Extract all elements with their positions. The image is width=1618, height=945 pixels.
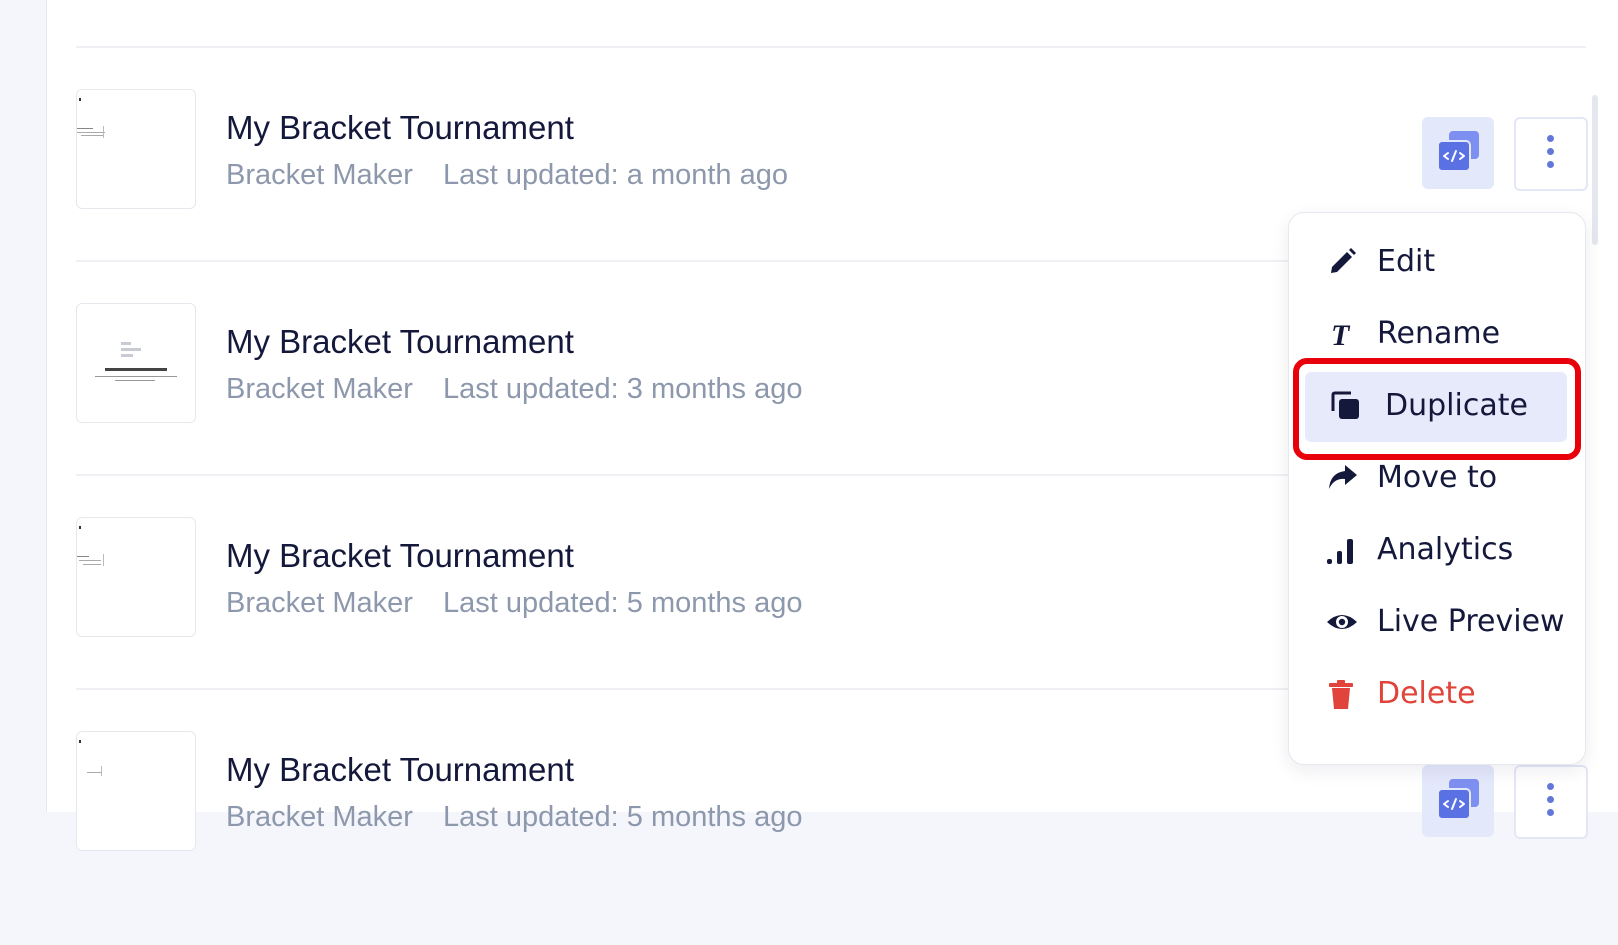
project-title[interactable]: My Bracket Tournament [226,323,574,361]
embed-button[interactable] [1422,765,1494,837]
duplicate-icon [1331,391,1359,419]
project-meta: Bracket Maker Last updated: 3 months ago [226,373,803,406]
project-type: Bracket Maker [226,159,413,191]
trash-icon [1329,680,1353,709]
project-type: Bracket Maker [226,801,413,833]
scrollbar[interactable] [1589,95,1600,245]
menu-item-label: Live Preview [1377,604,1565,639]
bar-chart-icon [1327,539,1353,564]
share-arrow-icon [1329,465,1357,489]
project-thumbnail[interactable] [76,517,196,637]
last-updated: Last updated: 3 months ago [442,373,803,405]
row-divider [76,46,1586,48]
last-updated: Last updated: a month ago [442,159,788,191]
more-vertical-icon [1547,783,1554,822]
project-type: Bracket Maker [226,587,413,619]
project-thumbnail[interactable] [76,89,196,209]
more-vertical-icon [1547,135,1554,174]
last-updated: Last updated: 5 months ago [442,587,803,619]
menu-item-analytics[interactable]: Analytics [1289,512,1585,586]
menu-item-delete[interactable]: Delete [1289,656,1585,730]
project-title[interactable]: My Bracket Tournament [226,751,574,789]
eye-icon [1327,615,1357,629]
project-meta: Bracket Maker Last updated: 5 months ago [226,801,803,834]
project-meta: Bracket Maker Last updated: 5 months ago [226,587,803,620]
embed-code-icon [1437,131,1479,172]
menu-item-label: Delete [1377,676,1476,711]
project-title[interactable]: My Bracket Tournament [226,109,574,147]
menu-item-label: Move to [1377,460,1498,495]
embed-code-icon [1437,779,1479,820]
more-options-button[interactable] [1514,117,1588,191]
embed-button[interactable] [1422,117,1494,189]
menu-item-label: Rename [1377,316,1501,351]
text-t-icon: T [1331,319,1351,351]
context-menu: Edit T Rename Duplicate Move to Analytic… [1288,212,1586,765]
svg-text:T: T [1331,319,1351,351]
menu-item-label: Duplicate [1385,388,1528,423]
project-title[interactable]: My Bracket Tournament [226,537,574,575]
menu-item-label: Edit [1377,244,1436,279]
project-meta: Bracket Maker Last updated: a month ago [226,159,788,192]
project-type: Bracket Maker [226,373,413,405]
menu-item-edit[interactable]: Edit [1289,224,1585,298]
project-thumbnail[interactable] [76,303,196,423]
menu-item-move-to[interactable]: Move to [1289,440,1585,514]
menu-item-label: Analytics [1377,532,1514,567]
last-updated: Last updated: 5 months ago [442,801,803,833]
menu-item-live-preview[interactable]: Live Preview [1289,584,1585,658]
menu-item-duplicate[interactable]: Duplicate [1289,358,1585,460]
project-thumbnail[interactable] [76,731,196,851]
more-options-button[interactable] [1514,765,1588,839]
pencil-icon [1331,248,1356,273]
scrollbar-thumb[interactable] [1592,95,1598,245]
